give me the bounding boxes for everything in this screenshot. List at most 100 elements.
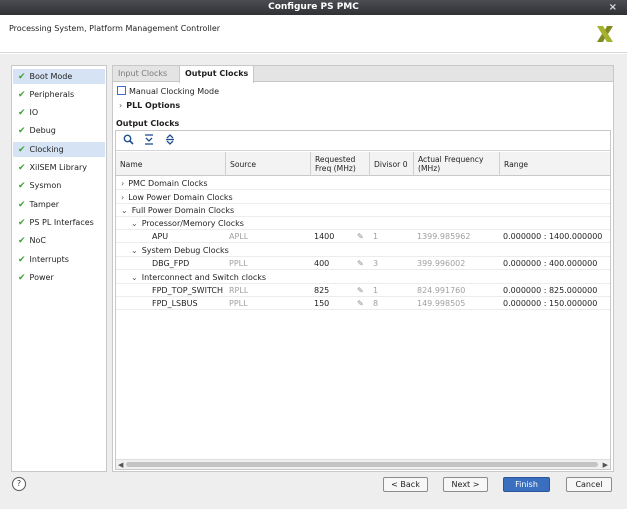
edit-pencil-icon[interactable]: ✎ (357, 297, 364, 310)
dialog-subtitle: Processing System, Platform Management C… (9, 24, 221, 33)
window-title: Configure PS PMC (268, 2, 359, 12)
table-row-interconnect-switch-clocks[interactable]: ⌄ Interconnect and Switch clocks (116, 271, 610, 284)
chevron-down-icon[interactable]: ⌄ (131, 246, 138, 255)
column-header-range[interactable]: Range (499, 152, 610, 176)
actual-freq-value: 824.991760 (417, 286, 466, 295)
search-icon[interactable] (121, 134, 135, 148)
scroll-left-icon[interactable]: ◀ (118, 460, 123, 470)
sidebar-item-tamper[interactable]: ✔ Tamper (13, 197, 105, 212)
sidebar-item-label: Power (29, 273, 54, 282)
table-row-processor-memory-clocks[interactable]: ⌄ Processor/Memory Clocks (116, 217, 610, 230)
xilinx-logo-icon (597, 26, 613, 42)
sidebar-item-label: Sysmon (29, 181, 62, 190)
table-row-low-power-domain-clocks[interactable]: › Low Power Domain Clocks (116, 191, 610, 204)
table-row-apu: APU APLL 1400 ✎ 1 1399.985962 0.000000 :… (116, 230, 610, 243)
tab-input-clocks[interactable]: Input Clocks (113, 66, 172, 82)
clock-source: PPLL (229, 299, 248, 308)
sidebar-item-label: IO (29, 108, 39, 117)
column-header-name[interactable]: Name (116, 152, 225, 176)
sidebar-item-label: Interrupts (29, 255, 69, 264)
clock-name: FPD_LSBUS (152, 299, 198, 308)
checkmark-icon: ✔ (18, 90, 26, 100)
column-label-line: Requested (315, 155, 356, 164)
chevron-right-icon[interactable]: › (121, 179, 124, 188)
cancel-button[interactable]: Cancel (566, 477, 612, 492)
column-header-requested-freq[interactable]: Requested Freq (MHz) (310, 152, 369, 176)
sidebar-item-label: Peripherals (29, 90, 75, 99)
divisor-value: 1 (373, 232, 379, 241)
chevron-down-icon[interactable]: ⌄ (121, 206, 128, 215)
sidebar-item-io[interactable]: ✔ IO (13, 105, 105, 120)
manual-clocking-mode-checkbox[interactable]: Manual Clocking Mode (117, 86, 219, 97)
row-label: Processor/Memory Clocks (141, 219, 244, 228)
chevron-down-icon[interactable]: ⌄ (131, 219, 138, 228)
checkmark-icon: ✔ (18, 273, 26, 283)
pll-options-toggle[interactable]: › PLL Options (119, 100, 180, 111)
tab-output-clocks[interactable]: Output Clocks (179, 66, 255, 83)
column-label: Range (504, 159, 529, 169)
scrollbar-thumb[interactable] (126, 462, 598, 467)
edit-pencil-icon[interactable]: ✎ (357, 284, 364, 297)
sidebar-item-label: Debug (29, 126, 56, 135)
sidebar-item-clocking[interactable]: ✔ Clocking (13, 142, 105, 157)
sidebar-item-interrupts[interactable]: ✔ Interrupts (13, 252, 105, 267)
scroll-right-icon[interactable]: ▶ (603, 460, 608, 470)
column-label: Divisor 0 (374, 159, 408, 169)
edit-pencil-icon[interactable]: ✎ (357, 230, 364, 243)
table-header: Name Source Requested Freq (MHz) Divisor … (116, 152, 610, 176)
chevron-right-icon[interactable]: › (121, 193, 124, 202)
table-row-dbg-fpd: DBG_FPD PPLL 400 ✎ 3 399.996002 0.000000… (116, 257, 610, 270)
horizontal-scrollbar[interactable]: ◀ ▶ (116, 459, 610, 469)
requested-freq-value[interactable]: 400 (314, 257, 329, 270)
sidebar-item-label: XilSEM Library (29, 163, 88, 172)
sidebar-item-ps-pl-interfaces[interactable]: ✔ PS PL Interfaces (13, 215, 105, 230)
sidebar-item-noc[interactable]: ✔ NoC (13, 233, 105, 248)
finish-button[interactable]: Finish (503, 477, 550, 492)
back-button[interactable]: < Back (383, 477, 428, 492)
column-header-source[interactable]: Source (225, 152, 310, 176)
chevron-down-icon[interactable]: ⌄ (131, 273, 138, 282)
column-header-actual-frequency[interactable]: Actual Frequency (MHz) (413, 152, 499, 176)
sidebar-item-label: NoC (29, 236, 47, 245)
sidebar-item-power[interactable]: ✔ Power (13, 270, 105, 285)
sidebar-item-peripherals[interactable]: ✔ Peripherals (13, 87, 105, 102)
row-label: Full Power Domain Clocks (131, 206, 235, 215)
edit-pencil-icon[interactable]: ✎ (357, 257, 364, 270)
table-row-pmc-domain-clocks[interactable]: › PMC Domain Clocks (116, 177, 610, 190)
window-titlebar: Configure PS PMC × (0, 0, 627, 15)
requested-freq-value[interactable]: 825 (314, 284, 329, 297)
next-button[interactable]: Next > (443, 477, 488, 492)
requested-freq-value[interactable]: 150 (314, 297, 329, 310)
clock-name: FPD_TOP_SWITCH (152, 286, 223, 295)
column-label: Name (120, 159, 143, 169)
checkmark-icon: ✔ (18, 200, 26, 210)
clock-name: DBG_FPD (152, 259, 190, 268)
table-row-system-debug-clocks[interactable]: ⌄ System Debug Clocks (116, 244, 610, 257)
dialog-body: ✔ Boot Mode ✔ Peripherals ✔ IO ✔ Debug ✔ Cloc… (0, 54, 627, 509)
column-label: Source (230, 159, 257, 169)
expand-all-icon[interactable] (163, 134, 177, 148)
checkmark-icon: ✔ (18, 145, 26, 155)
sidebar-item-debug[interactable]: ✔ Debug (13, 123, 105, 138)
help-icon[interactable]: ? (12, 477, 26, 491)
chevron-right-icon: › (119, 101, 123, 110)
close-icon[interactable]: × (609, 0, 617, 15)
sidebar-item-xilsem-library[interactable]: ✔ XilSEM Library (13, 160, 105, 175)
checkmark-icon: ✔ (18, 218, 26, 228)
requested-freq-value[interactable]: 1400 (314, 230, 334, 243)
output-clocks-table: Name Source Requested Freq (MHz) Divisor … (115, 130, 611, 470)
column-header-divisor[interactable]: Divisor 0 (369, 152, 413, 176)
checkmark-icon: ✔ (18, 236, 26, 246)
collapse-all-icon[interactable] (142, 134, 156, 148)
sidebar-item-sysmon[interactable]: ✔ Sysmon (13, 178, 105, 193)
manual-clocking-label: Manual Clocking Mode (129, 87, 220, 96)
divisor-value: 8 (373, 299, 379, 308)
sidebar-item-boot-mode[interactable]: ✔ Boot Mode (13, 69, 105, 84)
dialog-header: Processing System, Platform Management C… (0, 15, 627, 53)
table-row-full-power-domain-clocks[interactable]: ⌄ Full Power Domain Clocks (116, 204, 610, 217)
divisor-value: 1 (373, 286, 379, 295)
sidebar-item-label: PS PL Interfaces (29, 218, 94, 227)
checkbox-box[interactable] (117, 86, 126, 95)
clock-name: APU (152, 232, 169, 241)
checkmark-icon: ✔ (18, 255, 26, 265)
